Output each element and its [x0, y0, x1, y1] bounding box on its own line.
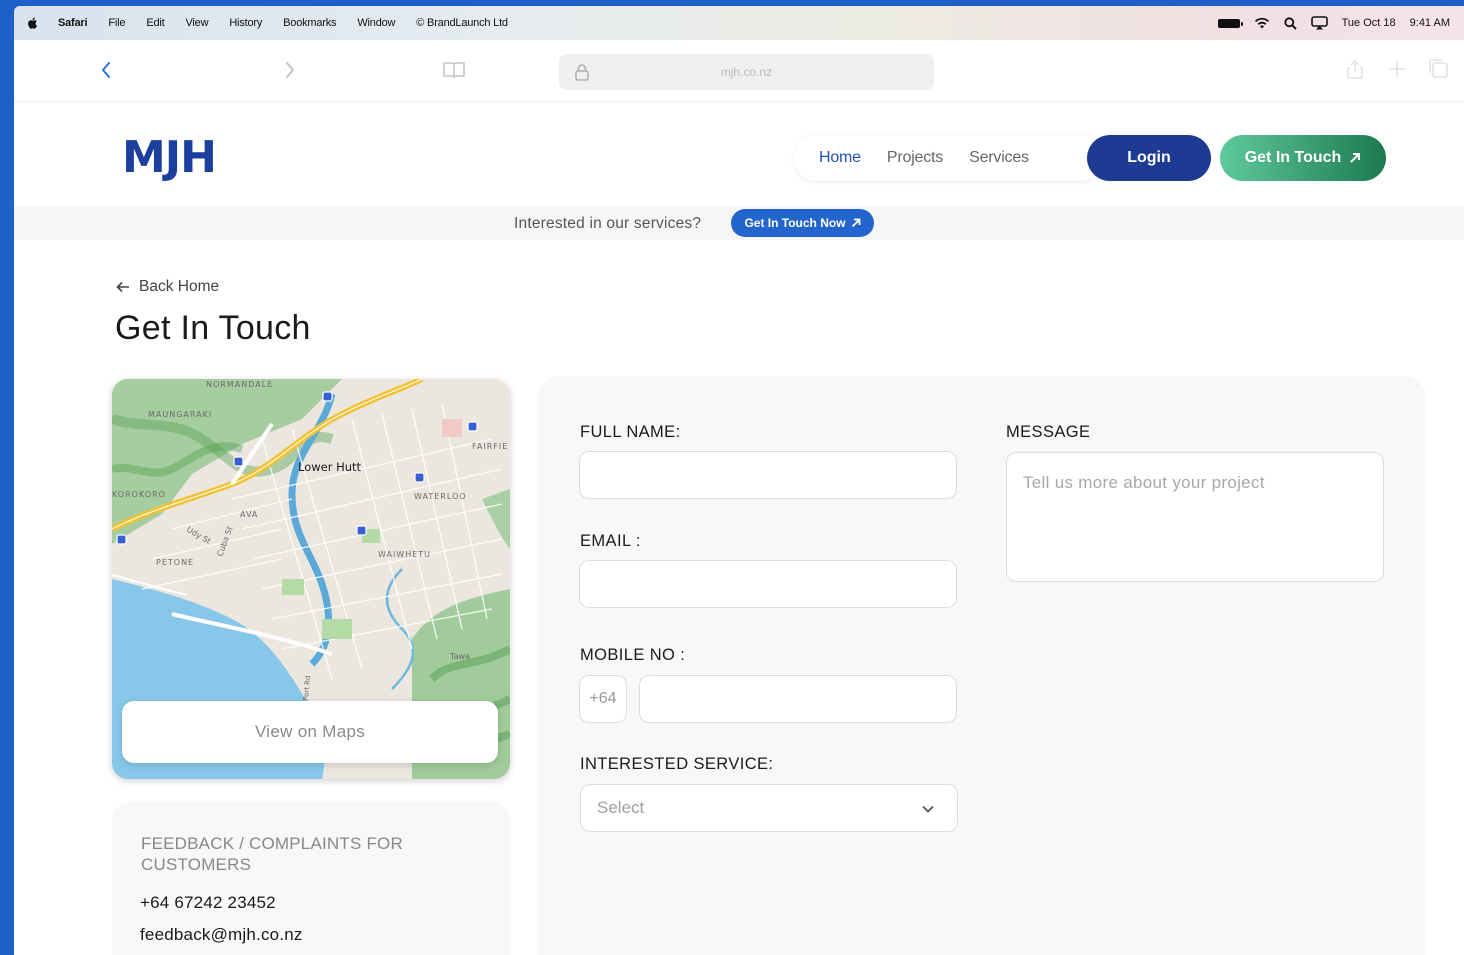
banner-text: Interested in our services? — [514, 215, 702, 232]
arrow-up-right-icon — [851, 218, 860, 228]
feedback-phone[interactable]: +64 67242 23452 — [140, 893, 276, 913]
battery-icon[interactable] — [1217, 18, 1243, 28]
menu-window[interactable]: Window — [357, 17, 395, 29]
menu-safari[interactable]: Safari — [58, 17, 88, 29]
contact-form: FULL NAME: EMAIL : MOBILE NO : +64 INTER… — [538, 376, 1426, 955]
feedback-email[interactable]: feedback@mjh.co.nz — [140, 925, 303, 945]
new-tab-plus-icon[interactable] — [1386, 58, 1408, 80]
forward-chevron-icon[interactable] — [282, 60, 298, 80]
location-map[interactable]: NORMANDALE MAUNGARAKI Lower Hutt FAIRFIE… — [112, 379, 510, 779]
arrow-up-right-icon — [1350, 153, 1361, 163]
feedback-card: FEEDBACK / COMPLAINTS FOR CUSTOMERS +64 … — [112, 802, 510, 955]
get-in-touch-now-button[interactable]: Get In Touch Now — [731, 209, 874, 237]
map-label-normandale: NORMANDALE — [206, 380, 273, 389]
nav-home[interactable]: Home — [819, 149, 861, 167]
menu-file[interactable]: File — [108, 17, 125, 29]
nav-projects[interactable]: Projects — [887, 149, 943, 167]
tabs-overview-icon[interactable] — [1428, 58, 1450, 80]
services-banner: Interested in our services? Get In Touch… — [14, 206, 1464, 240]
reader-book-icon[interactable] — [442, 60, 466, 80]
menu-edit[interactable]: Edit — [146, 17, 164, 29]
menubar-status: Tue Oct 18 9:41 AM — [1217, 6, 1464, 40]
get-in-touch-label: Get In Touch — [1244, 149, 1342, 166]
login-button[interactable]: Login — [1087, 135, 1211, 181]
chevron-down-icon — [922, 805, 934, 813]
address-bar[interactable]: mjh.co.nz — [559, 54, 934, 90]
get-in-touch-button[interactable]: Get In Touch — [1220, 135, 1386, 181]
map-label-petone: PETONE — [156, 558, 194, 567]
country-code-prefix[interactable]: +64 — [579, 675, 627, 723]
map-label-lower-hutt: Lower Hutt — [298, 460, 362, 474]
menubar-time[interactable]: 9:41 AM — [1410, 17, 1450, 29]
map-label-ava: AVA — [240, 510, 258, 519]
feedback-heading: FEEDBACK / COMPLAINTS FOR CUSTOMERS — [141, 834, 403, 874]
menu-brandlaunch[interactable]: © BrandLaunch Ltd — [416, 17, 508, 29]
map-label-tawa: Tawa — [449, 652, 470, 661]
search-icon[interactable] — [1284, 16, 1297, 30]
menubar-date[interactable]: Tue Oct 18 — [1342, 17, 1396, 29]
browser-toolbar: mjh.co.nz — [14, 40, 1464, 102]
map-label-fairfield: FAIRFIE — [472, 442, 508, 451]
mjh-logo[interactable]: MJH — [122, 132, 217, 183]
apple-icon[interactable] — [26, 16, 40, 30]
address-url: mjh.co.nz — [720, 65, 773, 79]
service-selected-value: Select — [597, 798, 645, 817]
main-nav: Home Projects Services — [794, 135, 1104, 181]
message-label: MESSAGE — [1006, 423, 1091, 441]
menu-history[interactable]: History — [229, 17, 262, 29]
screen-mirroring-icon[interactable] — [1310, 16, 1328, 30]
email-input[interactable] — [579, 560, 957, 608]
view-on-maps-button[interactable]: View on Maps — [122, 701, 498, 763]
email-label: EMAIL : — [580, 532, 641, 550]
share-icon[interactable] — [1344, 58, 1366, 80]
mobile-label: MOBILE NO : — [580, 646, 686, 664]
interested-service-select[interactable]: Select — [580, 784, 958, 832]
menu-bookmarks[interactable]: Bookmarks — [283, 17, 336, 29]
map-label-waiwhetu: WAIWHETU — [378, 550, 431, 559]
message-textarea[interactable] — [1006, 452, 1384, 582]
back-chevron-icon[interactable] — [98, 60, 114, 80]
back-home-link[interactable]: Back Home — [116, 278, 219, 296]
map-label-maungaraki: MAUNGARAKI — [148, 410, 212, 419]
screen: Safari File Edit View History Bookmarks … — [14, 6, 1464, 955]
full-name-label: FULL NAME: — [580, 423, 681, 441]
map-label-korokoro: KOROKORO — [112, 490, 166, 499]
get-in-touch-now-label: Get In Touch Now — [744, 216, 846, 230]
back-home-label: Back Home — [139, 278, 220, 295]
full-name-input[interactable] — [579, 451, 957, 499]
mobile-input[interactable] — [639, 675, 957, 723]
interested-service-label: INTERESTED SERVICE: — [580, 755, 774, 773]
wifi-icon[interactable] — [1254, 17, 1270, 29]
menu-view[interactable]: View — [185, 17, 208, 29]
site-header: MJH Home Projects Services Login Get In … — [14, 102, 1464, 210]
menubar: Safari File Edit View History Bookmarks … — [14, 6, 1464, 40]
nav-services[interactable]: Services — [969, 149, 1029, 167]
arrow-left-icon — [116, 281, 129, 293]
page-title: Get In Touch — [115, 309, 311, 347]
map-label-waterloo: WATERLOO — [414, 492, 467, 501]
